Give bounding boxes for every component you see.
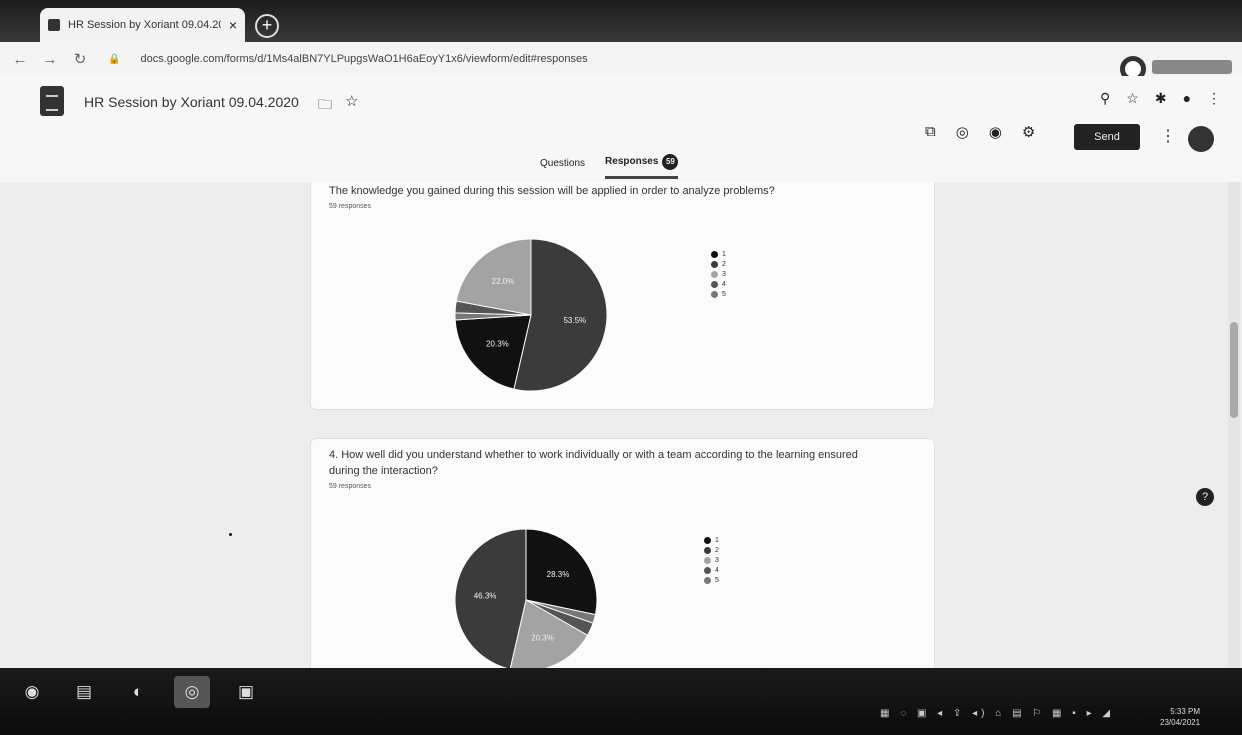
legend-item[interactable]: 3 [704,555,719,565]
chrome-menu-icon[interactable]: ⋮ [1207,90,1221,107]
response-count: 59 responses [329,203,372,210]
pie-slice-label: 28.3% [547,570,570,579]
pie-slice-label: 20.3% [531,634,554,643]
tab-responses[interactable]: Responses 59 [605,154,679,179]
scrollbar-thumb[interactable] [1230,322,1238,418]
media-player-icon[interactable]: ◐ [120,676,156,708]
question-text: The knowledge you gained during this ses… [329,185,775,197]
preview-eye-icon[interactable]: ◉ [989,123,1002,141]
zoom-icon[interactable]: ⚲ [1100,90,1110,107]
legend-item[interactable]: 4 [704,565,719,575]
scrollbar[interactable] [1228,182,1240,668]
chrome-taskbar-icon[interactable]: ◎ [174,676,210,708]
chart-legend: 1 2 3 4 5 [704,535,719,585]
pie-slice-label: 46.3% [474,591,497,600]
tab-close-icon[interactable]: × [229,17,237,33]
legend-label: 3 [715,556,719,564]
pie-chart: 28.3% 20.3% 46.3% [454,528,598,668]
legend-swatch [704,566,711,574]
legend-label: 1 [722,250,726,258]
mouse-cursor [229,533,232,536]
more-options-icon[interactable]: ⋮ [1160,126,1176,146]
star-icon[interactable]: ☆ [345,92,358,110]
forms-header: HR Session by Xoriant 09.04.2020 🗀 ☆ ⚲ ☆… [0,76,1242,182]
help-icon[interactable]: ? [1196,488,1214,506]
system-tray-icons[interactable]: ▦ ◌ ▣ ◂ ⇪ ◂) ⌂ ▤ ⚐ ▦ ▪ ▸ ◢ [880,708,1114,719]
account-icon[interactable]: ● [1183,90,1191,107]
legend-item[interactable]: 1 [711,249,726,259]
reload-icon[interactable]: ↻ [72,50,88,68]
tab-title: HR Session by Xoriant 09.04.20... [68,19,221,31]
settings-gear-icon[interactable]: ⚙ [1022,123,1035,141]
legend-label: 3 [722,270,726,278]
legend-label: 2 [715,546,719,554]
legend-swatch [704,536,711,544]
pie-chart: 53.5% 20.3% 22.0% [454,238,608,392]
legend-item[interactable]: 4 [711,279,726,289]
question-card: 4. How well did you understand whether t… [310,438,935,668]
send-button[interactable]: Send [1074,124,1140,150]
pie-slice-label: 20.3% [486,340,509,349]
snipping-tool-icon[interactable]: ▣ [228,676,264,708]
start-button-icon[interactable]: ◉ [14,676,50,708]
new-tab-button[interactable]: + [255,14,279,38]
legend-swatch [711,250,718,258]
forms-logo-icon[interactable] [40,86,64,116]
legend-item[interactable]: 1 [704,535,719,545]
folder-icon[interactable]: 🗀 [318,94,332,118]
legend-swatch [711,270,718,278]
legend-label: 4 [715,566,719,574]
clock-time: 5:33 PM [1170,707,1201,716]
legend-item[interactable]: 5 [704,575,719,585]
question-card: The knowledge you gained during this ses… [310,182,935,410]
address-bar[interactable]: docs.google.com/forms/d/1Ms4alBN7YLPupgs… [140,53,587,65]
legend-label: 4 [722,280,726,288]
legend-swatch [704,546,711,554]
pie-slice-label: 22.0% [492,277,515,286]
browser-profile-label[interactable] [1152,60,1232,74]
response-count: 59 responses [329,483,372,490]
browser-extension-icons: ⚲ ☆ ✱ ● ⋮ [1100,90,1221,107]
legend-label: 2 [722,260,726,268]
taskbar-clock[interactable]: 5:33 PM 23/04/2021 [1160,706,1200,728]
addon-icon[interactable]: ⧉ [925,123,936,141]
palette-icon[interactable]: ◎ [956,123,969,141]
form-tool-icons: ⧉ ◎ ◉ ⚙ [925,123,1035,141]
extension-icon[interactable]: ✱ [1155,90,1167,107]
responses-content: The knowledge you gained during this ses… [0,182,1242,668]
form-tabs: Questions Responses 59 [540,154,679,179]
chart-legend: 1 2 3 4 5 [711,249,726,299]
avatar[interactable] [1188,126,1214,152]
pie-slice-label: 53.5% [563,316,586,325]
forward-icon[interactable]: → [42,51,58,68]
tab-questions[interactable]: Questions [540,158,585,175]
legend-item[interactable]: 2 [704,545,719,555]
taskbar: ◉ ▤ ◐ ◎ ▣ ▦ ◌ ▣ ◂ ⇪ ◂) ⌂ ▤ ⚐ ▦ ▪ ▸ ◢ 5:3… [0,668,1242,735]
browser-tab-strip: HR Session by Xoriant 09.04.20... × + [0,0,1242,42]
legend-label: 5 [722,290,726,298]
bookmark-star-icon[interactable]: ☆ [1126,90,1139,107]
legend-item[interactable]: 2 [711,259,726,269]
legend-swatch [711,290,718,298]
lock-icon: 🔒 [108,53,121,65]
browser-tab[interactable]: HR Session by Xoriant 09.04.20... × [40,8,245,42]
legend-swatch [711,260,718,268]
legend-label: 5 [715,576,719,584]
clock-date: 23/04/2021 [1160,718,1201,727]
legend-item[interactable]: 3 [711,269,726,279]
screen: HR Session by Xoriant 09.04.20... × + ← … [0,0,1242,735]
back-icon[interactable]: ← [12,51,28,68]
question-text: 4. How well did you understand whether t… [329,449,858,477]
legend-swatch [711,280,718,288]
legend-item[interactable]: 5 [711,289,726,299]
responses-count-badge: 59 [662,154,679,170]
tab-responses-label: Responses [605,156,659,167]
file-explorer-icon[interactable]: ▤ [66,676,102,708]
legend-swatch [704,556,711,564]
legend-label: 1 [715,536,719,544]
form-title[interactable]: HR Session by Xoriant 09.04.2020 [84,94,299,110]
browser-toolbar: ← → ↻ 🔒 docs.google.com/forms/d/1Ms4alBN… [0,42,1242,76]
legend-swatch [704,576,711,584]
forms-favicon-icon [48,19,60,31]
